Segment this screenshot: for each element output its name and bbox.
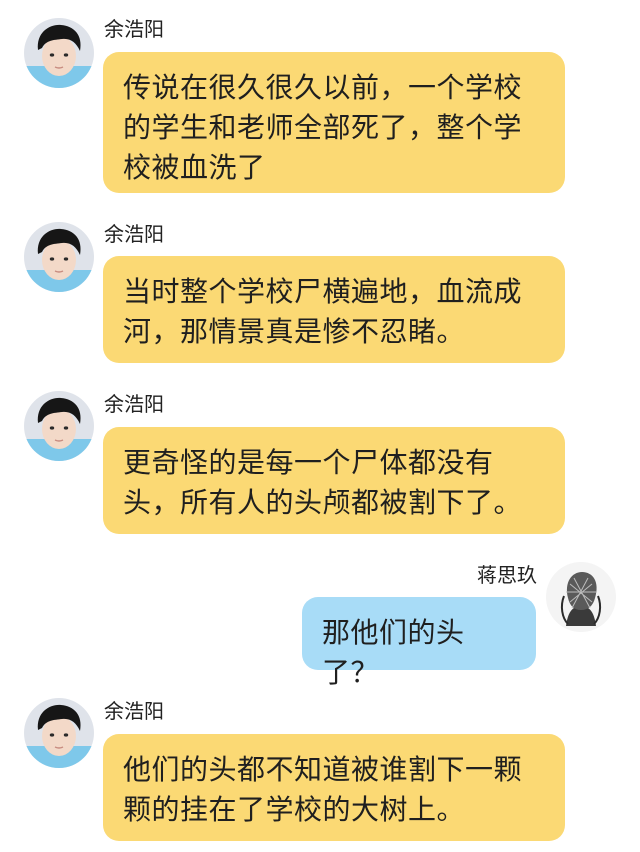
- boy-photo-avatar-icon: [24, 391, 94, 461]
- message-bubble[interactable]: 那他们的头了？: [302, 597, 536, 689]
- sender-avatar[interactable]: [24, 18, 94, 88]
- sender-name: 余浩阳: [104, 392, 164, 416]
- sender-avatar[interactable]: [24, 698, 94, 768]
- sender-name: 蒋思玖: [477, 563, 537, 587]
- sender-name: 余浩阳: [104, 17, 164, 41]
- boy-photo-avatar-icon: [24, 698, 94, 768]
- sketch-portrait-avatar-icon: [546, 562, 616, 632]
- message-bubble[interactable]: 更奇怪的是每一个尸体都没有头，所有人的头颅都被割下了。: [103, 427, 565, 534]
- message-bubble[interactable]: 他们的头都不知道被谁割下一颗颗的挂在了学校的大树上。: [103, 734, 565, 841]
- message-bubble[interactable]: 传说在很久很久以前，一个学校的学生和老师全部死了，整个学校被血洗了: [103, 52, 565, 193]
- sender-avatar[interactable]: [24, 222, 94, 292]
- sender-avatar[interactable]: [546, 562, 616, 632]
- boy-photo-avatar-icon: [24, 222, 94, 292]
- sender-avatar[interactable]: [24, 391, 94, 461]
- boy-photo-avatar-icon: [24, 18, 94, 88]
- sender-name: 余浩阳: [104, 222, 164, 246]
- chat-conversation: 余浩阳 传说在很久很久以前，一个学校的学生和老师全部死了，整个学校被血洗了 余浩…: [0, 0, 640, 852]
- sender-name: 余浩阳: [104, 699, 164, 723]
- message-bubble[interactable]: 当时整个学校尸横遍地，血流成河，那情景真是惨不忍睹。: [103, 256, 565, 363]
